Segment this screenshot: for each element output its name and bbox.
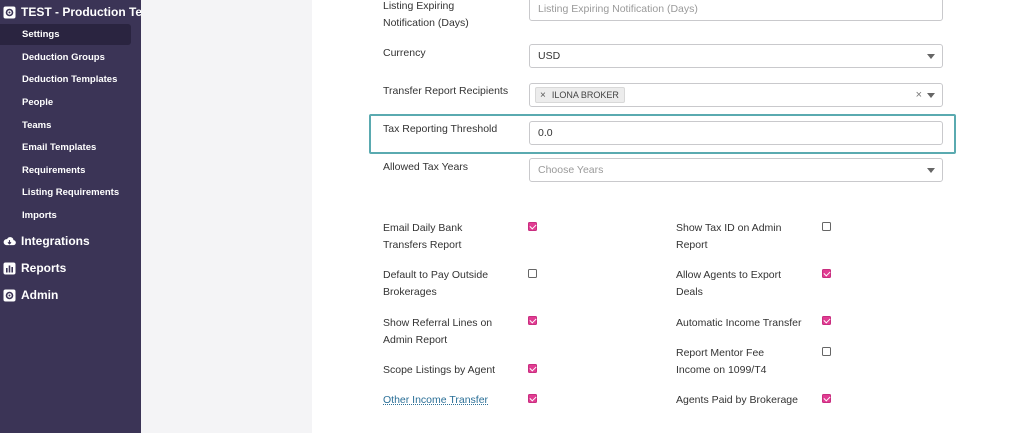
currency-label: Currency [383, 47, 426, 59]
option-checkbox[interactable] [528, 269, 537, 278]
clear-icon[interactable]: × [916, 89, 922, 101]
option-label: Email Daily Bank Transfers Report [383, 222, 463, 251]
listing-expiring-label: Listing Expiring Notification (Days) [383, 0, 469, 29]
sidebar-section-reports[interactable]: Reports [0, 258, 66, 278]
transfer-report-label: Transfer Report Recipients [383, 85, 509, 97]
sidebar-section-label: Reports [21, 261, 67, 275]
option-checkbox[interactable] [528, 316, 537, 325]
cloud-icon [3, 235, 16, 248]
org-title: TEST - Production Test [21, 5, 141, 19]
sidebar-item-settings[interactable]: Settings [0, 24, 131, 45]
bar-chart-icon [3, 262, 16, 275]
chevron-down-icon [927, 168, 935, 173]
option-checkbox[interactable] [528, 222, 537, 231]
sidebar-item-teams[interactable]: Teams [0, 115, 131, 136]
sidebar-section-admin[interactable]: Admin [0, 285, 58, 305]
recipient-tag-label: ILONA BROKER [551, 90, 619, 100]
option-checkbox[interactable] [528, 394, 537, 403]
option-checkbox[interactable] [528, 364, 537, 373]
tax-threshold-value: 0.0 [538, 127, 553, 139]
listing-expiring-placeholder: Listing Expiring Notification (Days) [538, 3, 698, 15]
sidebar-section-label: Integrations [21, 234, 90, 248]
gear-icon [3, 289, 16, 302]
option-checkbox[interactable] [822, 347, 831, 356]
sidebar-item-email-templates[interactable]: Email Templates [0, 137, 131, 158]
gear-icon [3, 6, 16, 19]
option-label: Allow Agents to Export Deals [676, 269, 782, 298]
option-checkbox[interactable] [822, 394, 831, 403]
option-checkbox[interactable] [822, 222, 831, 231]
option-checkbox[interactable] [822, 269, 831, 278]
option-checkbox[interactable] [822, 316, 831, 325]
other-income-transfer-link[interactable]: Other Income Transfer [383, 392, 488, 409]
option-label: Agents Paid by Brokerage [676, 394, 798, 406]
allowed-tax-years-label: Allowed Tax Years [383, 161, 469, 173]
org-header[interactable]: TEST - Production Test [0, 2, 141, 22]
allowed-tax-years-placeholder: Choose Years [538, 164, 604, 176]
chevron-down-icon [927, 54, 935, 59]
option-label: Show Referral Lines on Admin Report [383, 317, 493, 346]
tax-threshold-label: Tax Reporting Threshold [383, 123, 498, 135]
sidebar-item-imports[interactable]: Imports [0, 205, 131, 226]
chevron-down-icon [927, 93, 935, 98]
option-label: Automatic Income Transfer [676, 317, 802, 329]
option-label: Default to Pay Outside Brokerages [383, 269, 489, 298]
currency-value: USD [538, 50, 561, 62]
transfer-report-select[interactable]: × ILONA BROKER × [529, 83, 943, 107]
option-label: Scope Listings by Agent [383, 364, 496, 376]
listing-expiring-input[interactable]: Listing Expiring Notification (Days) [529, 0, 943, 21]
remove-tag-icon[interactable]: × [540, 90, 546, 101]
option-label: Report Mentor Fee Income on 1099/T4 [676, 347, 767, 376]
sidebar-item-listing-requirements[interactable]: Listing Requirements [0, 182, 131, 203]
tax-threshold-input[interactable]: 0.0 [529, 121, 943, 145]
sidebar: TEST - Production Test Settings Deductio… [0, 0, 141, 433]
sidebar-item-deduction-templates[interactable]: Deduction Templates [0, 69, 131, 90]
allowed-tax-years-select[interactable]: Choose Years [529, 158, 943, 182]
sidebar-section-integrations[interactable]: Integrations [0, 231, 90, 251]
sidebar-item-people[interactable]: People [0, 92, 131, 113]
sidebar-item-requirements[interactable]: Requirements [0, 160, 131, 181]
sidebar-section-label: Admin [21, 288, 59, 302]
sidebar-item-deduction-groups[interactable]: Deduction Groups [0, 47, 131, 68]
recipient-tag: × ILONA BROKER [535, 87, 625, 103]
option-label: Show Tax ID on Admin Report [676, 222, 782, 251]
currency-select[interactable]: USD [529, 44, 943, 68]
